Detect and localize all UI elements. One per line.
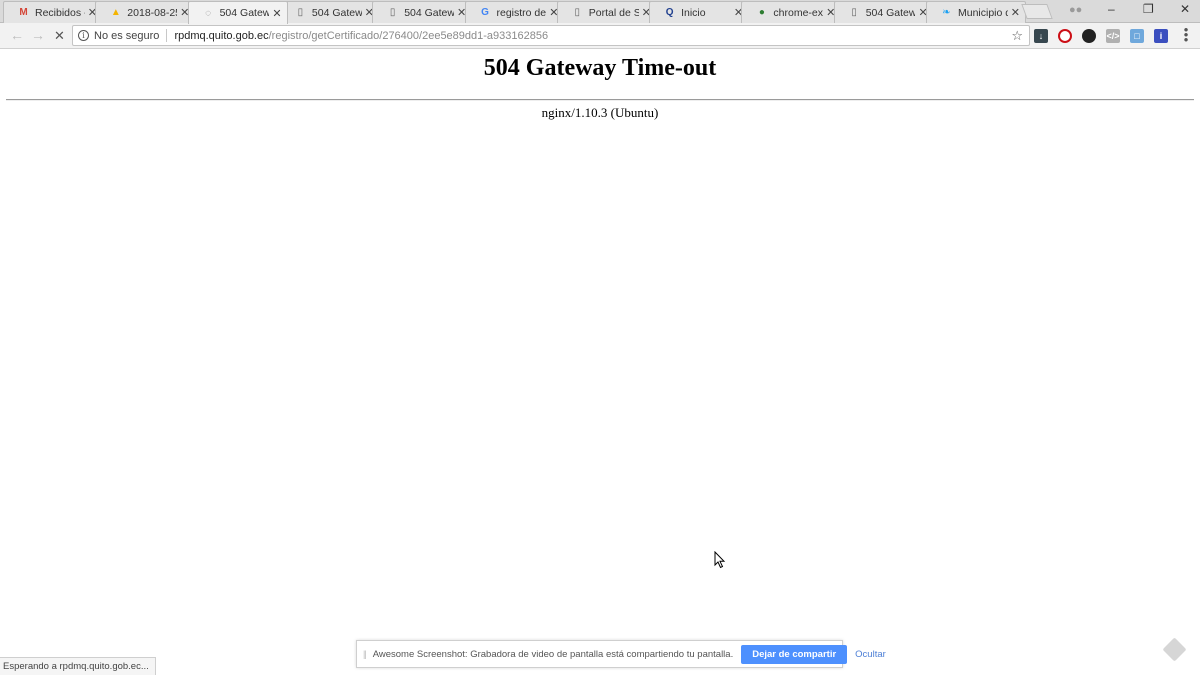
tab-9[interactable]: ● chrome-ext ✕ xyxy=(741,1,842,23)
stop-loading-icon[interactable]: ✕ xyxy=(54,28,65,44)
tab-title: 504 Gatewa xyxy=(311,6,362,19)
page-icon: ▯ xyxy=(297,7,304,18)
tab-6[interactable]: Gregistro de ✕ xyxy=(464,1,565,23)
tab-title: Inicio xyxy=(681,6,706,19)
tab-close-icon[interactable]: ✕ xyxy=(272,7,281,20)
screen-share-bar: || Awesome Screenshot: Grabadora de vide… xyxy=(356,640,886,668)
tab-2[interactable]: ▲ 2018-08-25 ✕ xyxy=(95,1,196,23)
screen-extension-icon[interactable]: □ xyxy=(1130,29,1144,43)
security-label[interactable]: No es seguro xyxy=(94,30,159,42)
address-bar[interactable]: i No es seguro rpdmq.quito.gob.ec/regist… xyxy=(72,25,1030,46)
google-icon: G xyxy=(481,7,489,18)
drag-handle-icon[interactable]: || xyxy=(363,649,367,659)
tab-title: Portal de Se xyxy=(588,6,639,19)
gmail-icon: M xyxy=(19,7,28,18)
page-icon: ▯ xyxy=(389,7,396,18)
tab-title: 504 Gatewa xyxy=(219,7,270,19)
tab-11[interactable]: ❧ Municipio d ✕ xyxy=(926,1,1026,23)
status-bubble: Esperando a rpdmq.quito.gob.ec... xyxy=(0,657,156,675)
hide-link[interactable]: Ocultar xyxy=(855,649,886,660)
close-window-icon[interactable]: ✕ xyxy=(1180,2,1190,16)
page-icon: ▯ xyxy=(574,7,581,18)
mouse-cursor-icon xyxy=(714,551,726,569)
tab-title: Recibidos - xyxy=(35,6,85,19)
tab-title: 504 Gatewa xyxy=(404,6,454,19)
restore-icon[interactable]: ❐ xyxy=(1143,2,1154,16)
drive-icon: ▲ xyxy=(110,7,121,18)
tab-close-icon[interactable]: ✕ xyxy=(1011,6,1020,19)
tab-1[interactable]: M Recibidos - ✕ xyxy=(3,1,103,23)
tab-title: 504 Gatewa xyxy=(865,6,916,19)
server-signature: nginx/1.10.3 (Ubuntu) xyxy=(541,105,659,120)
url-path[interactable]: /registro/getCertificado/276400/2ee5e89d… xyxy=(269,30,549,42)
tab-strip: MRecibidos - ✕▲2018-08-25✕◌504 Gatewa✕▯5… xyxy=(0,0,1200,24)
chrome-icon: ● xyxy=(758,7,765,18)
share-message: Awesome Screenshot: Grabadora de video d… xyxy=(372,648,734,660)
profile-icon[interactable]: ●● xyxy=(1069,4,1082,16)
tab-title: 2018-08-25 xyxy=(127,6,178,19)
tab-title: registro de xyxy=(496,6,547,19)
new-tab-button[interactable] xyxy=(1021,4,1053,19)
tab-4[interactable]: ▯504 Gatewa✕ xyxy=(279,1,380,23)
tab-10[interactable]: ▯504 Gatewa✕ xyxy=(833,1,934,23)
site-logo-icon: Q xyxy=(665,7,674,18)
minimize-icon[interactable]: – xyxy=(1108,2,1115,16)
forward-icon[interactable]: → xyxy=(31,27,45,43)
menu-icon[interactable]: • • • xyxy=(1183,23,1189,46)
back-icon[interactable]: ← xyxy=(10,27,24,43)
info-icon[interactable]: i xyxy=(78,30,89,41)
tab-title: Municipio d xyxy=(958,6,1008,19)
bookmark-star-icon[interactable]: ☆ xyxy=(1011,28,1023,44)
divider xyxy=(166,29,168,42)
download-extension-icon[interactable]: ↓ xyxy=(1034,29,1048,43)
horizontal-rule xyxy=(6,99,1194,101)
tab-3[interactable]: ◌ 504 Gatewa✕ xyxy=(187,1,288,24)
opera-extension-icon[interactable] xyxy=(1058,29,1072,43)
browser-toolbar: ← → ✕ i No es seguro rpdmq.quito.gob.ec /… xyxy=(0,23,1200,49)
blue-extension-icon[interactable]: i xyxy=(1154,29,1168,43)
twitter-icon: ❧ xyxy=(942,7,951,18)
code-extension-icon[interactable]: </> xyxy=(1106,29,1120,43)
error-title: 504 Gateway Time-out xyxy=(483,55,717,81)
tab-title: chrome-ext xyxy=(773,6,824,19)
tab-7[interactable]: ▯Portal de Se✕ xyxy=(556,1,657,23)
page-icon: ▯ xyxy=(851,7,857,18)
loading-spinner-icon: ◌ xyxy=(205,7,212,19)
stop-sharing-button[interactable]: Dejar de compartir xyxy=(741,644,848,664)
page-content: 504 Gateway Time-out nginx/1.10.3 (Ubunt… xyxy=(0,49,1200,675)
tab-5[interactable]: ▯504 Gatewa✕ xyxy=(372,1,473,23)
url-host[interactable]: rpdmq.quito.gob.ec xyxy=(174,30,268,42)
dark-extension-icon[interactable] xyxy=(1082,29,1096,43)
tab-8[interactable]: Q Inicio ✕ xyxy=(649,1,750,23)
